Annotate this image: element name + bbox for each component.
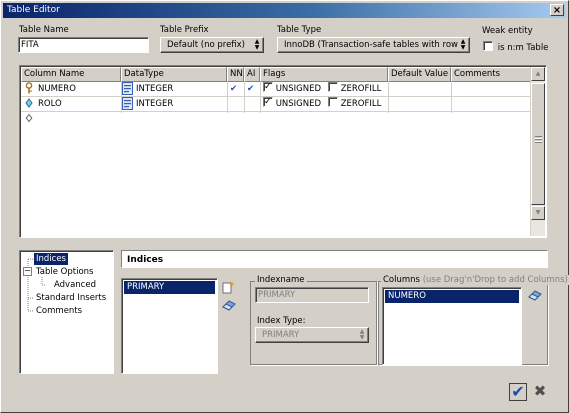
indexname-label: Indexname — [255, 275, 307, 285]
unsigned-label: UNSIGNED — [275, 84, 322, 94]
ai-check-icon[interactable] — [247, 97, 259, 112]
unsigned-label: UNSIGNED — [275, 99, 322, 109]
datatype-icon — [122, 97, 136, 112]
indices-list[interactable]: PRIMARY — [121, 278, 218, 374]
column-name[interactable]: ROLO — [38, 97, 118, 112]
options-tree[interactable]: Indices − Table Options Advanced Standar… — [19, 250, 114, 374]
close-button[interactable]: × — [550, 4, 564, 16]
delete-index-icon[interactable] — [222, 299, 236, 313]
window-title: Table Editor — [7, 5, 60, 15]
spin-arrows-icon: ▲ ▼ — [254, 38, 260, 51]
table-name-input[interactable]: FITA — [18, 37, 149, 53]
index-column-item[interactable]: NUMERO — [385, 290, 519, 303]
table-prefix-select[interactable]: Default (no prefix) ▲ ▼ — [160, 37, 264, 53]
table-type-value: InnoDB (Transaction-safe tables with row… — [284, 40, 460, 50]
unsigned-checkbox[interactable] — [263, 97, 273, 109]
primary-key-icon — [24, 82, 36, 97]
index-type-value: PRIMARY — [262, 330, 300, 340]
indices-section-header: Indices — [121, 250, 548, 268]
table-row[interactable]: ROLO INTEGER UNSIGNED ZEROFILL — [21, 97, 532, 112]
nm-table-checkbox[interactable] — [483, 41, 493, 51]
table-prefix-value: Default (no prefix) — [167, 40, 245, 50]
col-header-nn[interactable]: NN — [227, 67, 244, 82]
column-datatype[interactable]: INTEGER — [136, 97, 226, 112]
zerofill-flag[interactable]: ZEROFILL — [328, 97, 388, 112]
col-header-flags[interactable]: Flags — [260, 67, 388, 82]
zerofill-label: ZEROFILL — [340, 84, 382, 94]
spin-arrows-icon: ▲ ▼ — [460, 38, 466, 51]
col-header-comments[interactable]: Comments — [451, 67, 533, 82]
col-header-ai[interactable]: AI — [244, 67, 260, 82]
table-type-label: Table Type — [277, 25, 322, 35]
zerofill-checkbox[interactable] — [328, 97, 338, 107]
spin-arrows-icon: ▲ ▼ — [359, 328, 365, 341]
tree-item-standard-inserts[interactable]: Standard Inserts — [34, 292, 108, 304]
apply-checkmark-button[interactable]: ✔ — [509, 383, 527, 401]
datatype-icon — [122, 82, 136, 97]
new-row-diamond-icon — [25, 112, 35, 127]
index-type-select[interactable]: PRIMARY ▲ ▼ — [255, 327, 369, 343]
new-column-row[interactable] — [21, 112, 532, 127]
columns-hint: (use Drag'n'Drop to add Columns) — [422, 275, 568, 285]
scroll-thumb[interactable] — [531, 83, 545, 205]
columns-group-title: Columns (use Drag'n'Drop to add Columns) — [381, 275, 569, 285]
zerofill-label: ZEROFILL — [340, 99, 382, 109]
nn-check-icon[interactable]: ✔ — [230, 82, 242, 97]
nm-table-option[interactable]: is n:m Table — [483, 41, 548, 53]
zerofill-checkbox[interactable] — [328, 82, 338, 92]
ai-check-icon[interactable]: ✔ — [247, 82, 259, 97]
indexname-input[interactable]: PRIMARY — [255, 287, 369, 303]
table-type-select[interactable]: InnoDB (Transaction-safe tables with row… — [277, 37, 470, 53]
table-editor-window: Table Editor × Table Name FITA Table Pre… — [0, 0, 569, 413]
unsigned-checkbox[interactable] — [263, 82, 273, 94]
col-header-datatype[interactable]: DataType — [121, 67, 227, 82]
tree-item-comments[interactable]: Comments — [34, 305, 84, 317]
columns-label: Columns — [383, 275, 420, 285]
scroll-up-icon[interactable]: ▲ — [531, 67, 545, 81]
grid-vertical-scrollbar[interactable]: ▲ ▼ — [530, 67, 545, 236]
col-header-name[interactable]: Column Name — [21, 67, 121, 82]
index-type-label: Index Type: — [257, 316, 306, 326]
index-item-primary[interactable]: PRIMARY — [124, 281, 215, 294]
scroll-down-icon[interactable]: ▼ — [531, 206, 545, 220]
table-row[interactable]: NUMERO INTEGER ✔ ✔ UNSIGNED ZEROFILL — [21, 82, 532, 97]
collapse-minus-icon[interactable]: − — [23, 267, 32, 276]
column-diamond-icon — [25, 97, 37, 112]
column-datatype[interactable]: INTEGER — [136, 82, 226, 97]
add-index-icon[interactable] — [222, 280, 236, 294]
tree-item-indices[interactable]: Indices — [34, 253, 68, 265]
nn-check-icon[interactable] — [230, 97, 242, 112]
columns-grid[interactable]: Column Name DataType NN AI Flags Default… — [19, 65, 547, 238]
table-prefix-label: Table Prefix — [160, 25, 209, 35]
nm-table-label: is n:m Table — [497, 43, 549, 53]
column-name[interactable]: NUMERO — [38, 82, 118, 97]
remove-column-icon[interactable] — [528, 289, 542, 303]
zerofill-flag[interactable]: ZEROFILL — [328, 82, 388, 97]
title-bar[interactable]: Table Editor × — [3, 3, 566, 18]
table-name-label: Table Name — [19, 25, 69, 35]
cancel-x-button[interactable]: ✖ — [532, 383, 548, 401]
index-columns-list[interactable]: NUMERO — [382, 287, 522, 365]
unsigned-flag[interactable]: UNSIGNED — [263, 97, 323, 112]
weak-entity-label: Weak entity — [482, 26, 533, 36]
tree-item-advanced[interactable]: Advanced — [52, 279, 98, 291]
tree-item-table-options[interactable]: Table Options — [34, 266, 95, 278]
unsigned-flag[interactable]: UNSIGNED — [263, 82, 323, 97]
grid-header: Column Name DataType NN AI Flags Default… — [21, 67, 533, 82]
col-header-default[interactable]: Default Value — [388, 67, 451, 82]
